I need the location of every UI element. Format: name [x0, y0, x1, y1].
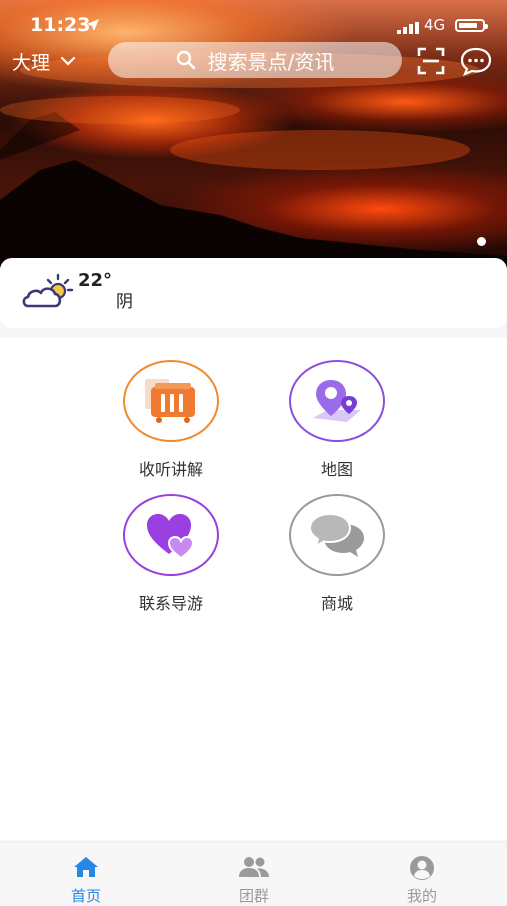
search-bar[interactable]: 搜索景点/资讯	[108, 42, 402, 78]
network-type: 4G	[424, 16, 446, 34]
menu-label-audio-guide: 收听讲解	[138, 460, 203, 479]
search-placeholder: 搜索景点/资讯	[207, 49, 335, 74]
location-arrow-icon	[87, 19, 99, 31]
contact-guide-circle	[123, 494, 219, 576]
scan-icon[interactable]	[416, 46, 446, 76]
map-pin-icon	[313, 380, 361, 422]
map-circle	[289, 360, 385, 442]
chevron-down-icon	[60, 56, 76, 66]
city-selector[interactable]: 大理	[12, 46, 76, 76]
status-bar: 11:23 4G	[0, 0, 507, 44]
menu-label-contact-guide: 联系导游	[138, 594, 203, 613]
signal-icon	[397, 22, 419, 34]
battery-icon	[455, 19, 488, 32]
audio-guide-circle	[123, 360, 219, 442]
weather-condition: 阴	[116, 292, 133, 312]
menu-label-map: 地图	[320, 460, 353, 479]
search-icon	[176, 50, 195, 70]
weather-card: 22° 阴	[0, 258, 507, 328]
city-name: 大理	[12, 51, 51, 74]
carousel-indicator[interactable]	[477, 237, 486, 246]
menu-item-shop[interactable]: 商城	[267, 494, 407, 614]
tab-label-home: 首页	[70, 887, 101, 905]
tab-label-profile: 我的	[406, 887, 437, 905]
chat-bubbles-icon	[308, 512, 364, 557]
main-content: 收听讲解 地图 联系导游 商城	[0, 338, 507, 840]
menu-item-map[interactable]: 地图	[267, 360, 407, 480]
group-icon	[239, 857, 269, 877]
menu-item-audio-guide[interactable]: 收听讲解	[101, 360, 241, 480]
menu-label-shop: 商城	[320, 594, 353, 613]
tab-label-group: 团群	[238, 887, 269, 905]
status-time: 11:23	[30, 14, 91, 36]
weather-temperature: 22°	[78, 270, 113, 291]
tab-group[interactable]: 团群	[194, 843, 314, 906]
bottom-tab-bar: 首页 团群 我的	[0, 842, 507, 905]
heart-icon	[147, 514, 195, 560]
shop-circle	[289, 494, 385, 576]
audio-guide-icon	[145, 379, 195, 423]
cloudy-sun-icon	[22, 273, 74, 308]
menu-item-contact-guide[interactable]: 联系导游	[101, 494, 241, 614]
tab-home[interactable]: 首页	[26, 843, 146, 906]
message-icon[interactable]	[459, 46, 493, 76]
tab-profile[interactable]: 我的	[362, 843, 482, 906]
profile-icon	[410, 856, 434, 880]
home-icon	[74, 857, 98, 877]
